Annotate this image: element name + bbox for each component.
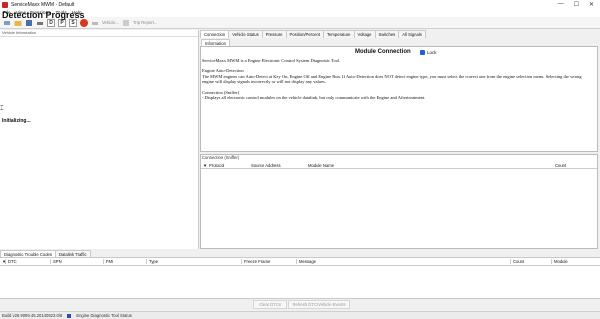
window-title: ServiceMaxx MWM - Default	[11, 1, 75, 8]
column-count[interactable]: Count	[555, 163, 566, 168]
tab-voltage[interactable]: Voltage	[353, 30, 376, 38]
build-version: Build v26.9099.46.20140923.0/8	[2, 313, 63, 318]
tab-all-signals[interactable]: All Signals	[398, 30, 426, 38]
dtc-table: ▼ DTC SPN FMI Type Freeze Frame Message …	[0, 257, 600, 299]
tab-vehicle-status[interactable]: Vehicle Status	[228, 30, 263, 38]
tab-diagnostic-trouble-codes[interactable]: Diagnostic Trouble Codes	[0, 250, 56, 257]
module-connection-title: Module Connection	[355, 49, 411, 55]
close-button[interactable]: ✕	[589, 1, 594, 8]
bottom-tabs: Diagnostic Trouble Codes Datalink Traffi…	[0, 250, 600, 257]
menu-bar: File View Sessions Tools Help	[0, 9, 600, 17]
tab-pressure[interactable]: Pressure	[261, 30, 287, 38]
lock-label: Lock	[427, 50, 437, 55]
sniffer-text: - Displays all electronic control module…	[202, 95, 426, 101]
column-spn[interactable]: SPN	[50, 259, 62, 264]
column-freeze-frame[interactable]: Freeze Frame	[241, 259, 270, 264]
expand-icon[interactable]: ▼	[203, 163, 207, 168]
column-module-name[interactable]: Module Name	[308, 163, 334, 168]
tab-connection[interactable]: Connection	[200, 30, 230, 38]
column-type[interactable]: Type	[146, 259, 158, 264]
vehicle-information-header: Vehicle Information	[0, 30, 198, 37]
column-source-address[interactable]: Source Address	[251, 163, 281, 168]
dtc-table-header: ▼ DTC SPN FMI Type Freeze Frame Message …	[0, 258, 600, 266]
title-bar: ServiceMaxx MWM - Default — ☐ ✕	[0, 0, 600, 9]
column-module[interactable]: Module	[551, 259, 568, 264]
minimize-button[interactable]: —	[558, 1, 564, 8]
trip-report-icon[interactable]	[122, 19, 130, 27]
vehicle-information-panel: Vehicle Information	[0, 30, 199, 249]
window-controls: — ☐ ✕	[558, 1, 594, 8]
column-message[interactable]: Message	[296, 259, 316, 264]
right-tabs: Connection Vehicle Status Pressure Posit…	[200, 30, 600, 38]
toolbar: D P S Vehicle... Trip Report...	[0, 17, 600, 29]
initializing-status: Initializing...	[2, 118, 31, 124]
detection-progress-heading: Detection Progress	[2, 10, 85, 20]
column-fmi[interactable]: FMI	[103, 259, 113, 264]
tab-position-percent[interactable]: Position/Percent	[285, 30, 324, 38]
mouse-cursor-icon: ⌶	[0, 106, 4, 112]
status-icon	[67, 313, 72, 318]
tab-temperature[interactable]: Temperature	[323, 30, 355, 38]
status-bar: Build v26.9099.46.20140923.0/8 Engine Di…	[0, 311, 600, 319]
vehicle-icon[interactable]	[91, 19, 99, 27]
maximize-button[interactable]: ☐	[574, 1, 579, 8]
auto-detection-text: The MWM engines can Auto-Detect at Key O…	[202, 73, 582, 85]
lock-checkbox[interactable]	[420, 50, 425, 55]
trip-report-button[interactable]: Trip Report...	[133, 20, 157, 25]
connection-table-header: ▼ Protocol Source Address Module Name Co…	[201, 162, 597, 169]
diagnostic-status: Engine Diagnostic Tool Status	[76, 313, 132, 318]
vehicle-button[interactable]: Vehicle...	[102, 20, 119, 25]
tab-datalink-traffic[interactable]: Datalink Traffic	[54, 250, 91, 257]
refresh-dtc-button[interactable]: Refresh DTC/Vehicle Events	[288, 300, 350, 309]
column-count[interactable]: Count	[510, 259, 524, 264]
connection-sniffer-label: Connection (Sniffer)	[202, 155, 240, 160]
clear-dtcs-button[interactable]: Clear DTCs	[253, 300, 287, 309]
column-dtc[interactable]: DTC	[5, 259, 17, 264]
column-protocol[interactable]: Protocol	[209, 163, 224, 168]
tab-switches[interactable]: Switches	[374, 30, 400, 38]
intro-text: ServiceMaxx MWM is a Engine Electronic C…	[202, 58, 341, 63]
module-connection-text: ServiceMaxx MWM is a Engine Electronic C…	[202, 58, 594, 105]
app-icon	[2, 1, 8, 8]
